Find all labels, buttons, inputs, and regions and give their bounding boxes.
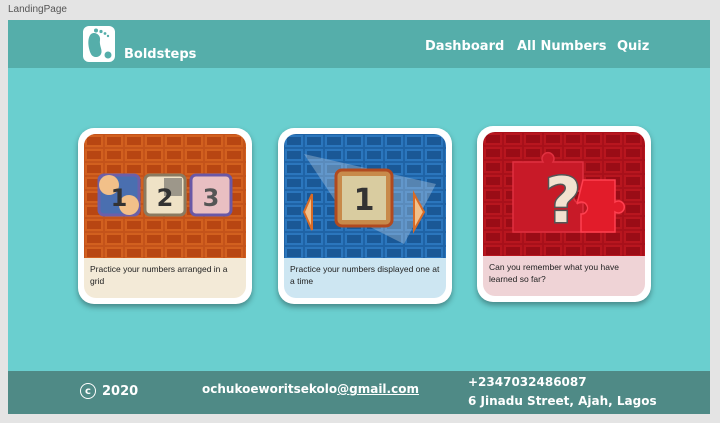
card-single[interactable]: 1 Practice your numbers displayed one at…: [278, 128, 452, 304]
grid-tile-1: 1: [111, 184, 128, 212]
single-tile-1: 1: [354, 183, 375, 218]
copyright-year: 2020: [102, 383, 139, 399]
question-mark-icon: ?: [545, 164, 581, 237]
address: 6 Jinadu Street, Ajah, Lagos: [468, 394, 657, 408]
footer: c 2020 ochukoeworitsekolo@gmail.com +234…: [8, 371, 710, 414]
card-grid-caption: Practice your numbers arranged in a grid: [84, 258, 246, 298]
email-user: ochukoeworitsekolo: [202, 382, 338, 396]
nav-quiz[interactable]: Quiz: [617, 39, 649, 54]
grid-tile-3: 3: [203, 184, 220, 212]
frame-label: LandingPage: [8, 4, 67, 15]
landing-page: Boldsteps Dashboard All Numbers Quiz 1 2…: [8, 20, 710, 414]
email-link[interactable]: ochukoeworitsekolo@gmail.com: [202, 382, 419, 396]
email-domain: @gmail.com: [337, 382, 419, 396]
grid-tile-2: 2: [157, 184, 174, 212]
quiz-image: ?: [483, 132, 645, 256]
nav-all-numbers[interactable]: All Numbers: [517, 39, 606, 54]
grid-numbers-image: 1 2 3: [84, 134, 246, 258]
header: Boldsteps Dashboard All Numbers Quiz: [8, 20, 710, 68]
card-quiz[interactable]: ? Can you remember what you have learned…: [477, 126, 651, 302]
nav-dashboard[interactable]: Dashboard: [425, 39, 504, 54]
copyright-icon: c: [80, 383, 96, 399]
card-grid[interactable]: 1 2 3 Practice your numbers arranged in …: [78, 128, 252, 304]
copyright: c 2020: [80, 383, 138, 399]
brand-name[interactable]: Boldsteps: [124, 47, 196, 62]
card-quiz-caption: Can you remember what you have learned s…: [483, 256, 645, 296]
card-single-caption: Practice your numbers displayed one at a…: [284, 258, 446, 298]
single-number-image: 1: [284, 134, 446, 258]
footprint-logo-icon[interactable]: [82, 24, 116, 64]
phone-number: +2347032486087: [468, 375, 587, 389]
